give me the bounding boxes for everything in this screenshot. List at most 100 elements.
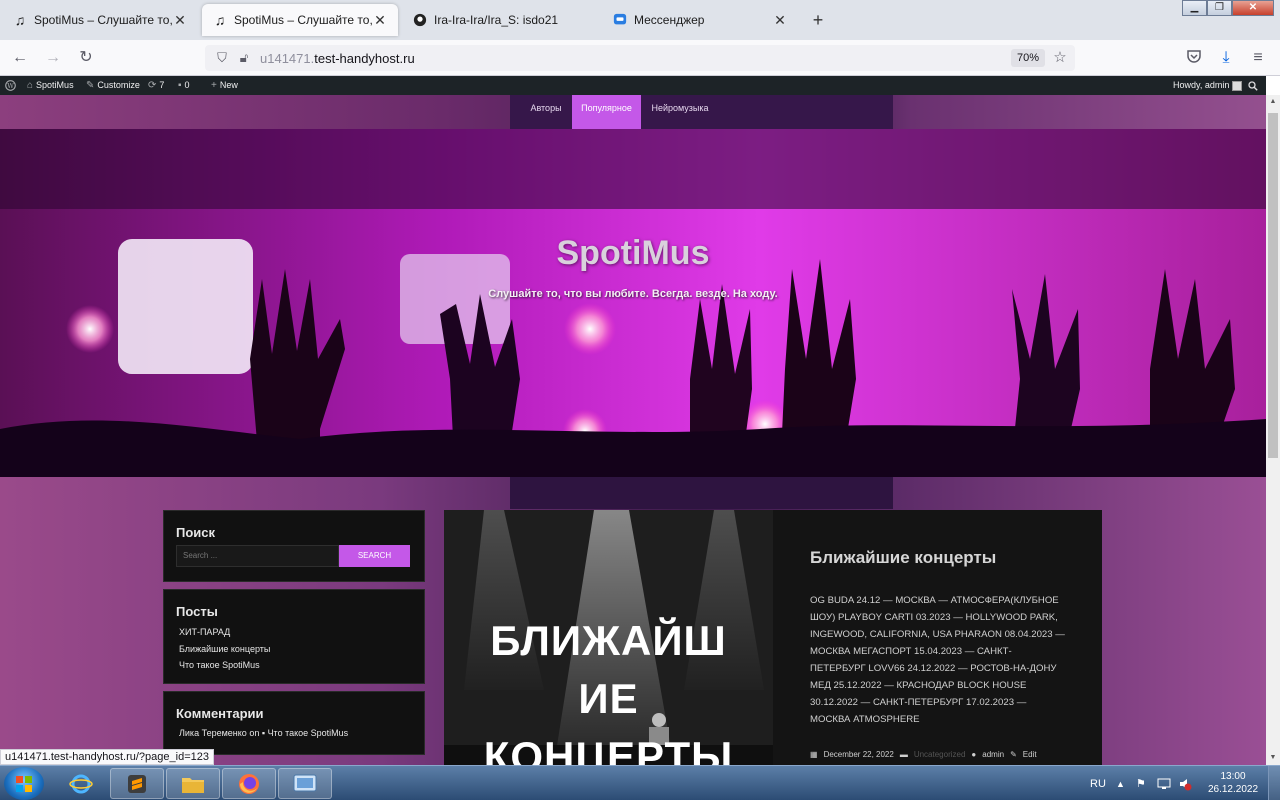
- browser-nav-bar: ← → ↻ ⛉ 🔓︎ u141471.test-handyhost.ru 70%…: [0, 40, 1280, 76]
- scroll-up-arrow-icon[interactable]: ▲: [1266, 95, 1280, 109]
- post-image-line: БЛИЖАЙШ: [490, 617, 727, 664]
- restore-button[interactable]: ❐: [1207, 0, 1232, 16]
- menu-hamburger-icon[interactable]: ≡: [1248, 48, 1268, 68]
- post-category[interactable]: Uncategorized: [914, 750, 966, 759]
- wp-site-name-link[interactable]: ⌂ SpotiMus: [27, 76, 74, 95]
- file-explorer-icon[interactable]: [166, 768, 220, 799]
- posts-list: ХИТ-ПАРАД Ближайшие концерты Что такое S…: [179, 624, 270, 674]
- wp-new-label: New: [219, 80, 238, 90]
- browser-tab-bar: ♫ SpotiMus – Слушайте то, что в ✕ ♫ Spot…: [0, 0, 1280, 40]
- page-content: Авторы Популярное Нейромузыка SpotiMus С…: [0, 95, 1266, 765]
- wp-comments-count: 0: [184, 80, 190, 90]
- wp-site-name: SpotiMus: [36, 80, 74, 90]
- post-author[interactable]: admin: [982, 750, 1004, 759]
- pocket-icon[interactable]: [1184, 48, 1204, 68]
- zoom-level-button[interactable]: 70%: [1011, 49, 1046, 67]
- comment-on: on: [249, 728, 260, 738]
- wp-customize-link[interactable]: ✎ Customize: [86, 76, 140, 95]
- page-scrollbar[interactable]: ▲ ▼: [1266, 95, 1280, 765]
- post-image-line: ИЕ: [578, 675, 639, 722]
- post-edit-link[interactable]: Edit: [1023, 750, 1037, 759]
- post-title[interactable]: Ближайшие концерты: [810, 548, 996, 568]
- system-clock[interactable]: 13:00 26.12.2022: [1200, 770, 1266, 796]
- action-center-flag-icon[interactable]: ⚑: [1136, 766, 1146, 800]
- bookmark-star-icon[interactable]: ☆: [1051, 49, 1069, 67]
- language-indicator[interactable]: RU: [1090, 766, 1106, 800]
- firefox-icon[interactable]: [222, 768, 276, 799]
- show-hidden-icons-icon[interactable]: ▲: [1116, 766, 1125, 800]
- network-icon[interactable]: [1157, 766, 1171, 800]
- browser-tab-4[interactable]: Мессенджер ✕: [602, 4, 798, 36]
- posts-widget-title: Посты: [176, 604, 218, 619]
- url-domain: test-handyhost.ru: [314, 51, 415, 66]
- browser-tab-1[interactable]: ♫ SpotiMus – Слушайте то, что в ✕: [2, 4, 198, 36]
- browser-tab-3[interactable]: Ira-Ira-Ira/Ira_S: isdo21: [402, 4, 598, 36]
- reload-icon[interactable]: ↻: [76, 48, 96, 68]
- avatar: [1232, 80, 1243, 91]
- scrollbar-thumb[interactable]: [1268, 113, 1278, 458]
- comments-widget: Комментарии Лика Теременко on ▪ Что тако…: [163, 691, 425, 755]
- wp-howdy: Howdy, admin: [1173, 80, 1230, 90]
- search-widget: Поиск Search ... SEARCH: [163, 510, 425, 582]
- forward-arrow-icon[interactable]: →: [43, 48, 63, 68]
- url-text[interactable]: u141471.test-handyhost.ru: [260, 51, 415, 66]
- menu-item-authors[interactable]: Авторы: [520, 95, 572, 129]
- wp-new-link[interactable]: + New: [211, 76, 238, 95]
- close-tab-icon[interactable]: ✕: [772, 12, 788, 29]
- clock-time: 13:00: [1220, 771, 1246, 782]
- post-link-concerts[interactable]: Ближайшие концерты: [179, 641, 270, 658]
- browser-tab-2[interactable]: ♫ SpotiMus – Слушайте то, что в ✕: [202, 4, 398, 36]
- close-tab-icon[interactable]: ✕: [172, 12, 188, 29]
- post-link-what-is-spotimus[interactable]: Что такое SpotiMus: [179, 657, 270, 674]
- folder-icon: ▬: [899, 750, 908, 759]
- post-thumbnail[interactable]: БЛИЖАЙШ ИЕ КОНЦЕРТЫ: [444, 510, 773, 765]
- menu-item-neuromusic[interactable]: Нейромузыка: [645, 95, 715, 129]
- music-note-icon: ♫: [214, 12, 226, 28]
- pencil-icon: ✎: [1010, 750, 1017, 759]
- wordpress-logo-icon[interactable]: W: [5, 76, 16, 95]
- internet-explorer-icon[interactable]: [54, 768, 108, 799]
- wp-updates-link[interactable]: ⟳ 7: [148, 76, 164, 95]
- sublime-text-icon[interactable]: [110, 768, 164, 799]
- brush-icon: ✎: [86, 80, 95, 91]
- search-input[interactable]: Search ...: [176, 545, 339, 567]
- post-excerpt: OG BUDA 24.12 — МОСКВА — АТМОСФЕРА(КЛУБН…: [810, 595, 1065, 725]
- minimize-button[interactable]: ▁: [1182, 0, 1207, 16]
- updates-icon: ⟳: [148, 80, 157, 91]
- shield-icon[interactable]: ⛉: [213, 49, 231, 67]
- scroll-down-arrow-icon[interactable]: ▼: [1266, 751, 1280, 765]
- status-url-tooltip: u141471.test-handyhost.ru/?page_id=123: [0, 749, 214, 765]
- comment-icon: ▪: [261, 728, 266, 738]
- post-link-hit-parade[interactable]: ХИТ-ПАРАД: [179, 624, 270, 641]
- wp-customize-label: Customize: [97, 80, 140, 90]
- user-icon: ●: [971, 750, 977, 759]
- messenger-icon: [612, 12, 628, 28]
- back-arrow-icon[interactable]: ←: [10, 48, 30, 68]
- tab-title: Ira-Ira-Ira/Ira_S: isdo21: [434, 13, 559, 27]
- comment-post-link[interactable]: Что такое SpotiMus: [268, 728, 349, 738]
- search-button[interactable]: SEARCH: [339, 545, 410, 567]
- hero-header: SpotiMus Слушайте то, что вы любите. Все…: [0, 129, 1266, 477]
- start-button[interactable]: [4, 767, 44, 800]
- comments-widget-title: Комментарии: [176, 706, 264, 721]
- new-tab-button[interactable]: +: [806, 8, 830, 32]
- calendar-icon: ▦: [810, 750, 818, 759]
- plus-icon: +: [211, 80, 217, 91]
- close-tab-icon[interactable]: ✕: [372, 12, 388, 29]
- window-close-button[interactable]: ✕: [1232, 0, 1274, 16]
- site-title[interactable]: SpotiMus: [0, 234, 1266, 273]
- show-desktop-button[interactable]: [1268, 766, 1280, 800]
- wp-account-link[interactable]: Howdy, admin: [1173, 76, 1243, 95]
- menu-item-popular[interactable]: Популярное: [572, 95, 641, 129]
- wp-comments-link[interactable]: ▪ 0: [178, 76, 190, 95]
- post-date[interactable]: December 22, 2022: [824, 750, 894, 759]
- address-bar[interactable]: ⛉ 🔓︎ u141471.test-handyhost.ru 70% ☆: [205, 45, 1075, 71]
- home-icon: ⌂: [27, 80, 34, 91]
- wp-search-icon[interactable]: [1248, 76, 1258, 95]
- screen-app-icon[interactable]: [278, 768, 332, 799]
- downloads-icon[interactable]: ⤓: [1216, 48, 1236, 68]
- recent-comment: Лика Теременко on ▪ Что такое SpotiMus: [179, 728, 348, 738]
- volume-muted-icon[interactable]: [1178, 766, 1192, 800]
- window-controls: ▁ ❐ ✕: [1182, 0, 1274, 16]
- insecure-lock-icon[interactable]: 🔓︎: [235, 49, 253, 67]
